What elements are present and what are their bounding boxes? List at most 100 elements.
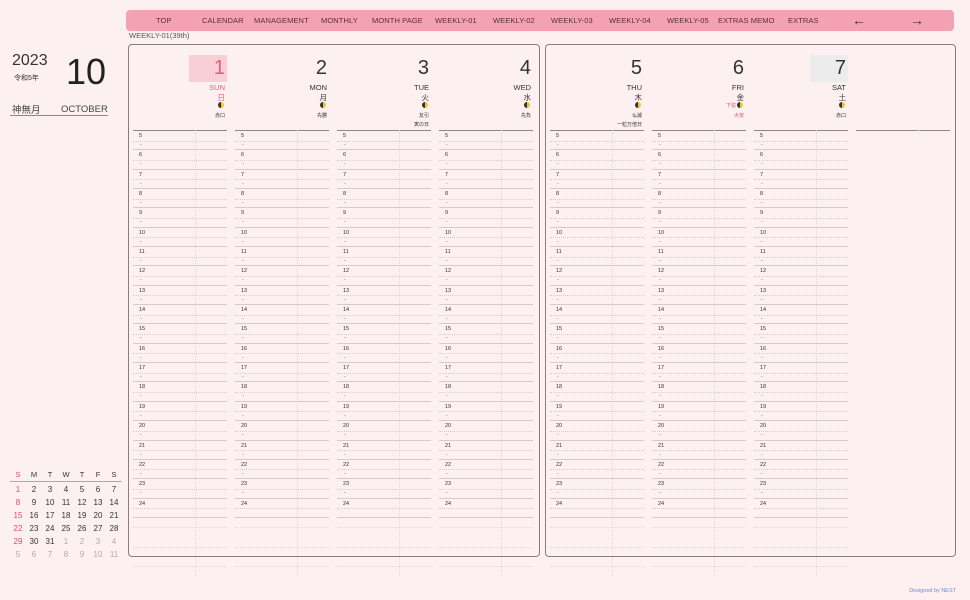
hour-slot[interactable]: 8-: [235, 189, 329, 209]
mini-calendar-day[interactable]: 3: [90, 535, 106, 548]
hour-slot[interactable]: 15 -: [652, 324, 746, 344]
mini-calendar-day[interactable]: 5: [10, 548, 26, 561]
day-number[interactable]: 1: [214, 57, 225, 80]
day-header[interactable]: 6 FRI 金下弦 大安: [652, 45, 746, 125]
mini-calendar-day[interactable]: 4: [106, 535, 122, 548]
hour-slot[interactable]: 23 -: [235, 479, 329, 499]
hour-slot[interactable]: 11 -: [754, 247, 848, 267]
hour-slot[interactable]: 16 -: [652, 344, 746, 364]
hour-slot[interactable]: 5-: [337, 131, 431, 151]
hour-slot[interactable]: 19 -: [133, 402, 227, 422]
hour-slot[interactable]: 5-: [133, 131, 227, 151]
hour-slot[interactable]: 17 -: [439, 363, 533, 383]
hour-slot[interactable]: 20 -: [652, 421, 746, 441]
hour-slot[interactable]: 18 -: [439, 382, 533, 402]
blank-slot[interactable]: [754, 518, 848, 537]
mini-calendar-day[interactable]: 17: [42, 509, 58, 522]
day-number[interactable]: 2: [316, 57, 327, 80]
blank-slot[interactable]: [235, 557, 329, 576]
hour-slot[interactable]: 22 -: [133, 460, 227, 480]
hour-slot[interactable]: 23 -: [337, 479, 431, 499]
nav-weekly-03[interactable]: WEEKLY-03: [551, 10, 593, 31]
mini-calendar-day[interactable]: 12: [74, 496, 90, 509]
hour-slot[interactable]: 21 -: [337, 441, 431, 460]
mini-calendar-day[interactable]: 8: [10, 496, 26, 509]
hour-slot[interactable]: 20 -: [550, 421, 644, 441]
hour-slot[interactable]: 8-: [133, 189, 227, 209]
blank-slot[interactable]: [652, 518, 746, 537]
mini-calendar-day[interactable]: 27: [90, 522, 106, 535]
hour-slot[interactable]: 18 -: [235, 382, 329, 402]
hour-slot[interactable]: 18 -: [337, 382, 431, 402]
hour-slot[interactable]: 11 -: [652, 247, 746, 267]
hour-slot[interactable]: 9-: [337, 208, 431, 228]
blank-slot[interactable]: [235, 537, 329, 556]
day-schedule-column[interactable]: 5-6-7-8-9-10-11-12-13-14-15-16-17-18-19-…: [550, 130, 644, 576]
blank-slot[interactable]: [550, 557, 644, 576]
mini-calendar-day[interactable]: 31: [42, 535, 58, 548]
hour-slot[interactable]: 19 -: [754, 402, 848, 422]
hour-slot[interactable]: 14 -: [439, 305, 533, 325]
blank-slot[interactable]: [337, 518, 431, 537]
hour-slot[interactable]: 22 -: [235, 460, 329, 480]
hour-slot[interactable]: 11 -: [550, 247, 644, 267]
day-schedule-column[interactable]: 5-6-7-8-9-10-11-12-13-14-15-16-17-18-19-…: [439, 130, 533, 576]
mini-calendar-day[interactable]: 19: [74, 509, 90, 522]
hour-slot[interactable]: 10 -: [550, 228, 644, 248]
hour-slot[interactable]: 9-: [550, 208, 644, 228]
hour-slot[interactable]: 20 -: [754, 421, 848, 441]
hour-slot[interactable]: 14 -: [754, 305, 848, 325]
nav-month-page[interactable]: MONTH PAGE: [372, 10, 423, 31]
mini-calendar-day[interactable]: 1: [10, 483, 26, 496]
mini-calendar-day[interactable]: 9: [26, 496, 42, 509]
hour-slot[interactable]: 15 -: [439, 324, 533, 344]
hour-slot[interactable]: 8-: [439, 189, 533, 209]
day-header[interactable]: 4 WED 水先負: [439, 45, 533, 125]
mini-calendar-day[interactable]: 9: [74, 548, 90, 561]
hour-slot[interactable]: 11 -: [439, 247, 533, 267]
hour-slot[interactable]: 22 -: [439, 460, 533, 480]
hour-slot[interactable]: 17 -: [550, 363, 644, 383]
hour-slot[interactable]: 19 -: [550, 402, 644, 422]
hour-slot[interactable]: 21 -: [439, 441, 533, 460]
hour-slot[interactable]: 24: [550, 499, 644, 518]
hour-slot[interactable]: 13 -: [133, 286, 227, 306]
day-header[interactable]: 2 MON 月先勝: [235, 45, 329, 125]
hour-slot[interactable]: 21 -: [133, 441, 227, 460]
mini-calendar-day[interactable]: 10: [90, 548, 106, 561]
hour-slot[interactable]: 13 -: [652, 286, 746, 306]
blank-slot[interactable]: [439, 518, 533, 537]
empty-column[interactable]: [856, 130, 950, 131]
hour-slot[interactable]: 10 -: [235, 228, 329, 248]
hour-slot[interactable]: 11 -: [235, 247, 329, 267]
hour-slot[interactable]: 16 -: [337, 344, 431, 364]
day-schedule-column[interactable]: 5-6-7-8-9-10-11-12-13-14-15-16-17-18-19-…: [337, 130, 431, 576]
blank-slot[interactable]: [133, 537, 227, 556]
hour-slot[interactable]: 18 -: [550, 382, 644, 402]
mini-calendar-day[interactable]: 16: [26, 509, 42, 522]
hour-slot[interactable]: 5-: [652, 131, 746, 151]
hour-slot[interactable]: 22 -: [754, 460, 848, 480]
mini-calendar-day[interactable]: 1: [58, 535, 74, 548]
mini-calendar-day[interactable]: 10: [42, 496, 58, 509]
hour-slot[interactable]: 24: [652, 499, 746, 518]
day-header[interactable]: 7 SAT 土赤口: [754, 45, 848, 125]
hour-slot[interactable]: 15 -: [133, 324, 227, 344]
mini-calendar-day[interactable]: 30: [26, 535, 42, 548]
day-schedule-column[interactable]: 5-6-7-8-9-10-11-12-13-14-15-16-17-18-19-…: [652, 130, 746, 576]
mini-calendar-day[interactable]: 4: [58, 483, 74, 496]
mini-calendar-day[interactable]: 18: [58, 509, 74, 522]
hour-slot[interactable]: 20 -: [337, 421, 431, 441]
hour-slot[interactable]: 11 -: [337, 247, 431, 267]
hour-slot[interactable]: 15 -: [337, 324, 431, 344]
hour-slot[interactable]: 16 -: [133, 344, 227, 364]
hour-slot[interactable]: 23 -: [652, 479, 746, 499]
hour-slot[interactable]: 17 -: [337, 363, 431, 383]
hour-slot[interactable]: 8-: [652, 189, 746, 209]
hour-slot[interactable]: 5-: [754, 131, 848, 151]
hour-slot[interactable]: 6-: [235, 150, 329, 170]
blank-slot[interactable]: [337, 557, 431, 576]
hour-slot[interactable]: 9-: [652, 208, 746, 228]
day-number[interactable]: 6: [733, 57, 744, 80]
mini-calendar-day[interactable]: 28: [106, 522, 122, 535]
